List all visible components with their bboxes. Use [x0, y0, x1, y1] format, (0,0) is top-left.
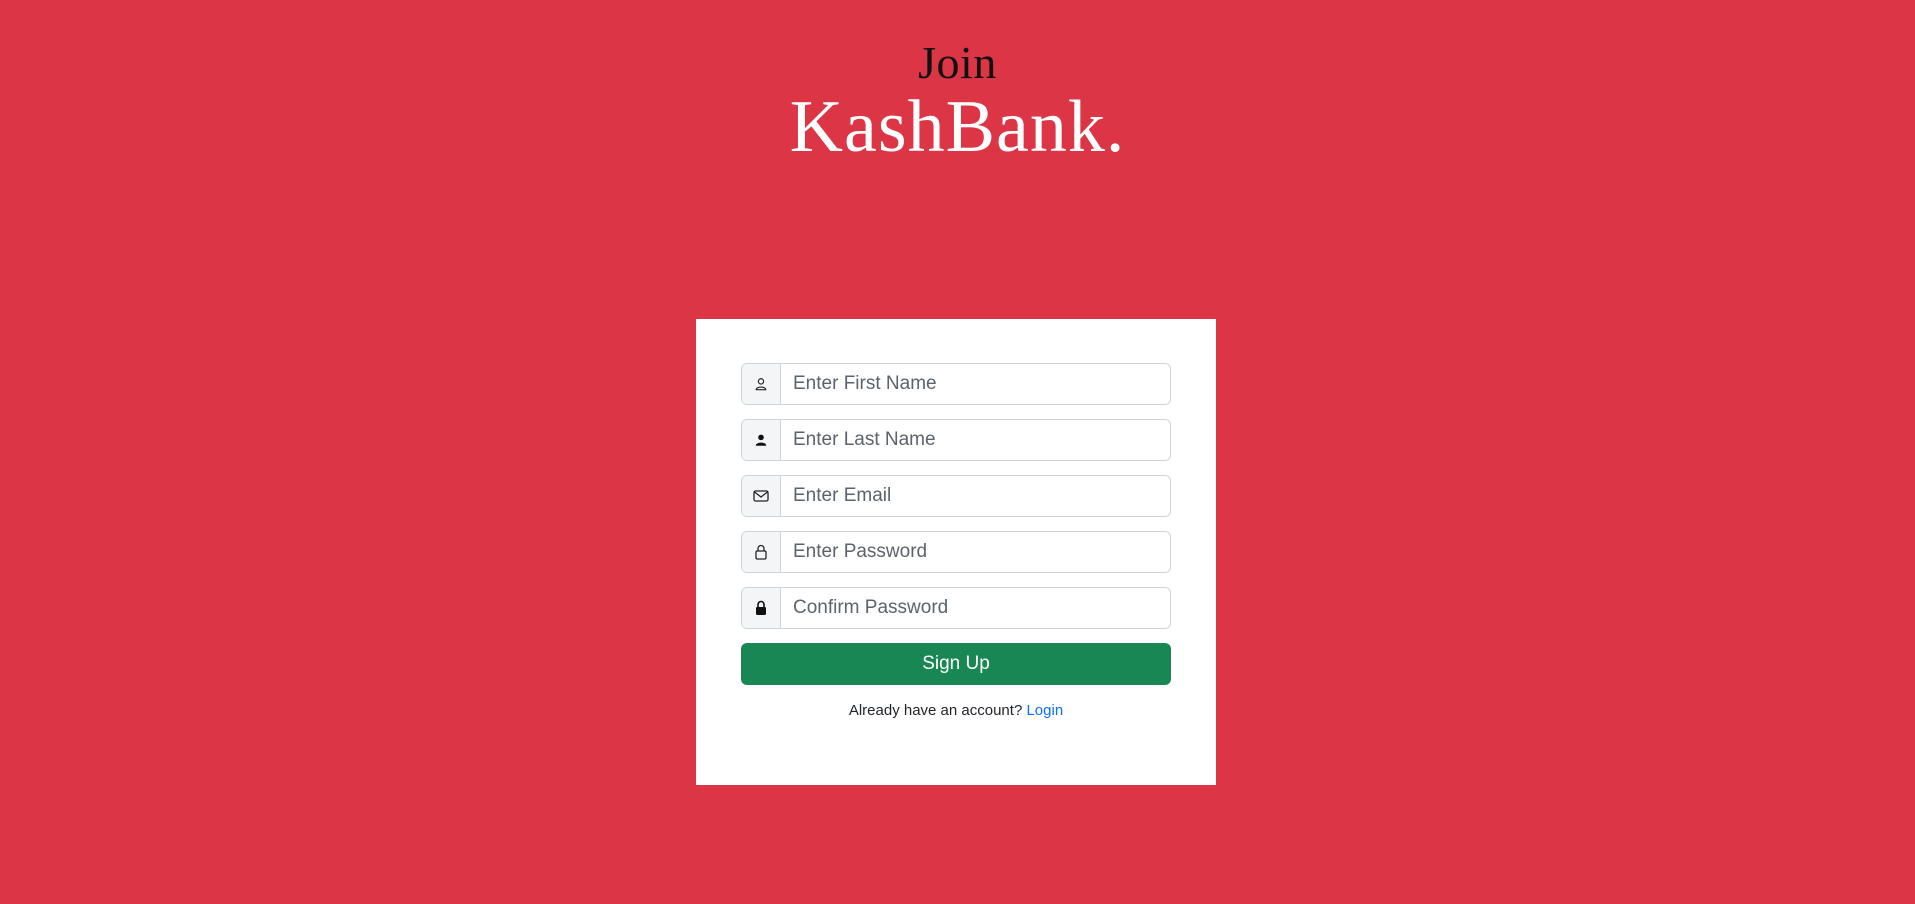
- login-prompt-text: Already have an account?: [848, 702, 1023, 719]
- email-group: [741, 475, 1171, 517]
- join-heading: Join: [918, 37, 997, 88]
- signup-button[interactable]: Sign Up: [741, 643, 1171, 685]
- first-name-group: [741, 363, 1171, 405]
- envelope-icon: [742, 476, 781, 516]
- password-group: [741, 531, 1171, 573]
- email-input[interactable]: [781, 476, 1170, 516]
- lock-outline-icon: [742, 532, 781, 572]
- brand-name: KashBank.: [789, 86, 1126, 168]
- confirm-password-input[interactable]: [781, 588, 1170, 628]
- login-link[interactable]: Login: [1026, 702, 1063, 719]
- last-name-input[interactable]: [781, 420, 1170, 460]
- person-filled-icon: [742, 420, 781, 460]
- signup-card: Sign Up Already have an account? Login: [696, 319, 1216, 785]
- brand-header: Join KashBank.: [0, 37, 1915, 168]
- lock-filled-icon: [742, 588, 781, 628]
- last-name-group: [741, 419, 1171, 461]
- first-name-input[interactable]: [781, 364, 1170, 404]
- password-input[interactable]: [781, 532, 1170, 572]
- person-outline-icon: [742, 364, 781, 404]
- confirm-password-group: [741, 587, 1171, 629]
- login-prompt-row: Already have an account? Login: [741, 702, 1171, 719]
